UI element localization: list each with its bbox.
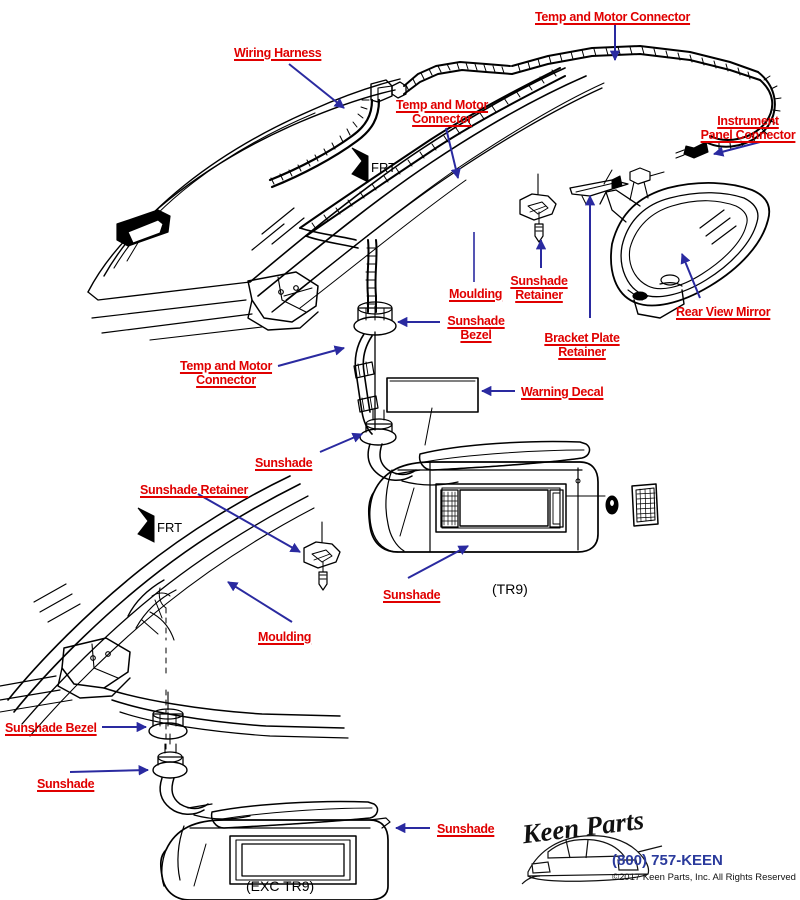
parts-illustration xyxy=(0,24,782,900)
leader-moulding-lower xyxy=(227,581,293,623)
label-sunshade-lower-left: Sunshade xyxy=(37,777,95,791)
leader-sunshade-retainer-lower xyxy=(197,493,301,553)
leader-wiring-harness xyxy=(288,63,345,109)
label-sunshade-bezel-upper: Sunshade Bezel xyxy=(447,314,505,342)
variant-label-tr9: (TR9) xyxy=(492,581,528,597)
label-warning-decal: Warning Decal xyxy=(521,385,604,399)
label-wiring-harness: Wiring Harness xyxy=(234,46,322,60)
label-sunshade-bezel-lower: Sunshade Bezel xyxy=(5,721,97,735)
label-instrument-panel-connector: Instrument Panel Connector xyxy=(700,114,796,142)
label-temp-and-motor-connector-top: Temp and Motor Connector xyxy=(535,10,691,24)
leader-instrument-panel xyxy=(712,141,761,157)
leader-sunshade-mid xyxy=(319,432,363,453)
phone-number: (800) 757-KEEN xyxy=(612,852,723,869)
leader-temp-motor-left xyxy=(277,345,346,367)
label-bracket-plate-retainer: Bracket Plate Retainer xyxy=(544,331,620,359)
label-sunshade-exc-tr9: Sunshade xyxy=(437,822,495,836)
label-moulding-upper: Moulding xyxy=(449,287,503,301)
label-temp-and-motor-connector-mid: Temp and Motor Connector xyxy=(395,98,489,126)
frt-arrow-lower xyxy=(137,507,155,543)
label-sunshade-tr9: Sunshade xyxy=(383,588,441,602)
label-temp-and-motor-connector-left: Temp and Motor Connector xyxy=(179,359,273,387)
label-sunshade-retainer-upper: Sunshade Retainer xyxy=(510,274,568,302)
frt-text-upper: FRT xyxy=(371,160,397,175)
frt-arrow-upper xyxy=(351,147,369,183)
copyright-notice: ©2017 Keen Parts, Inc. All Rights Reserv… xyxy=(612,872,796,883)
label-rear-view-mirror: Rear View Mirror xyxy=(676,305,771,319)
frt-text-lower: FRT xyxy=(157,520,183,535)
variant-label-exc-tr9: (EXC TR9) xyxy=(246,878,315,894)
diagram-page: Wiring Harness Temp and Motor Connector … xyxy=(0,0,800,900)
label-moulding-lower: Moulding xyxy=(258,630,312,644)
label-sunshade-mid-left: Sunshade xyxy=(255,456,313,470)
leader-sunshade-lower-left xyxy=(69,765,150,776)
leader-sunshade-tr9 xyxy=(407,545,469,579)
label-sunshade-retainer-lower: Sunshade Retainer xyxy=(140,483,249,497)
